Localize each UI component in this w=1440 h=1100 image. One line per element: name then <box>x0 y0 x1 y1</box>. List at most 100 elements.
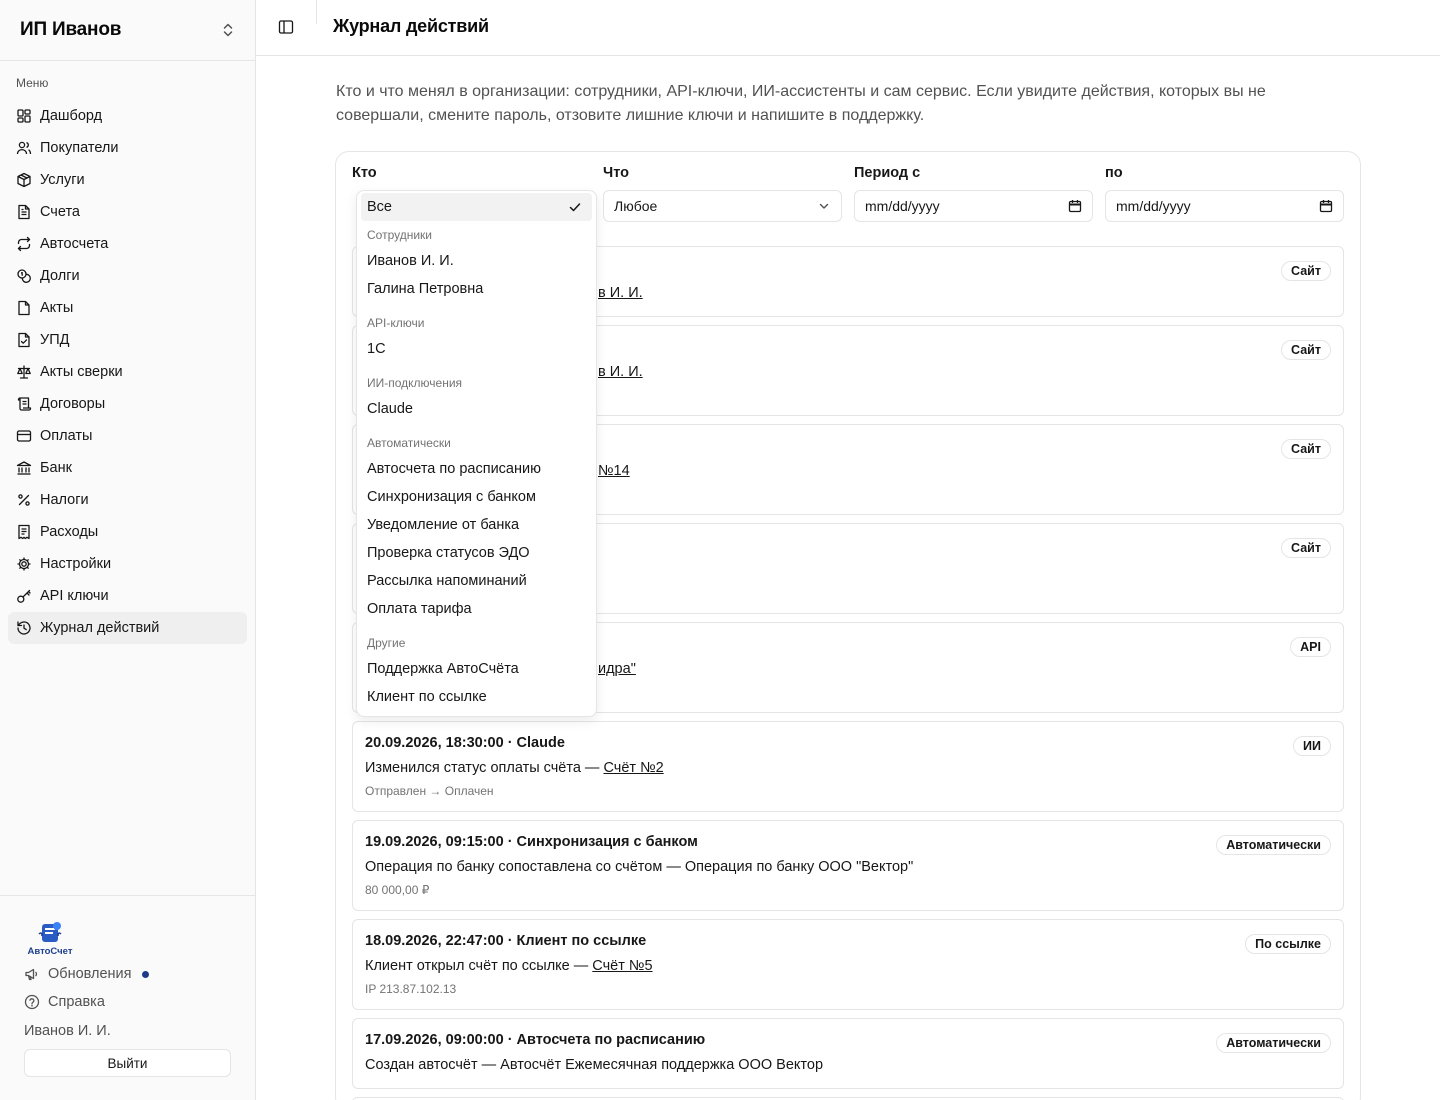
megaphone-icon <box>25 968 38 981</box>
sidebar-item-label: Расходы <box>40 524 99 540</box>
package-icon <box>16 172 32 188</box>
sidebar-item-activity-log[interactable]: Журнал действий <box>8 612 247 644</box>
sidebar-item-bank[interactable]: Банк <box>8 452 247 484</box>
sidebar-item-upd[interactable]: УПД <box>8 324 247 356</box>
dropdown-group-label: Сотрудники <box>367 228 432 242</box>
dropdown-option[interactable]: Синхронизация с банком <box>367 489 536 505</box>
log-entry-link[interactable]: идра" <box>598 661 636 677</box>
what-filter-select[interactable]: Любое <box>603 190 842 222</box>
logout-button[interactable]: Выйти <box>24 1049 231 1077</box>
dropdown-option[interactable]: Уведомление от банка <box>367 517 519 533</box>
log-entry[interactable]: 18.09.2026, 22:47:00 · Клиент по ссылке … <box>352 919 1344 1010</box>
log-entry-text: в И. И. <box>598 285 643 301</box>
sidebar-item-settings[interactable]: Настройки <box>8 548 247 580</box>
file-text-icon <box>16 204 32 220</box>
log-entry-meta: Отправлен → Оплачен <box>365 784 494 798</box>
log-entry-description: Операция по банку сопоставлена со счётом… <box>365 859 914 875</box>
sidebar-item-label: Акты сверки <box>40 364 123 380</box>
coins-icon <box>16 268 32 284</box>
repeat-icon <box>16 236 32 252</box>
sidebar-item-taxes[interactable]: Налоги <box>8 484 247 516</box>
dropdown-option-label: Все <box>367 199 392 215</box>
sidebar-item-label: Акты <box>40 300 74 316</box>
dropdown-option[interactable]: Оплата тарифа <box>367 601 472 617</box>
sidebar-item-auto-invoices[interactable]: Автосчета <box>8 228 247 260</box>
org-switcher[interactable]: ИП Иванов <box>0 0 255 61</box>
dashboard-icon <box>16 108 32 124</box>
period-from-label: Период с <box>854 165 921 181</box>
period-from-placeholder: mm/dd/yyyy <box>865 198 940 214</box>
calendar-icon <box>1068 200 1082 213</box>
log-entry-link[interactable]: Счёт №2 <box>603 760 663 776</box>
log-entry-description: Клиент открыл счёт по ссылке — <box>365 958 593 974</box>
scale-icon <box>16 364 32 380</box>
sidebar-item-debts[interactable]: Долги <box>8 260 247 292</box>
sidebar-item-api-keys[interactable]: API ключи <box>8 580 247 612</box>
dropdown-option[interactable]: Клиент по ссылке <box>367 689 487 705</box>
sidebar-footer: АвтоСчет Обновления Справка Иванов И. И.… <box>0 895 255 1100</box>
key-icon <box>16 588 32 604</box>
check-icon <box>569 203 581 212</box>
dropdown-option[interactable]: 1С <box>367 341 386 357</box>
sidebar-item-label: Оплаты <box>40 428 93 444</box>
help-circle-icon <box>24 994 40 1010</box>
dropdown-option[interactable]: Проверка статусов ЭДО <box>367 545 530 561</box>
source-badge: По ссылке <box>1245 934 1331 954</box>
log-entry[interactable]: 20.09.2026, 18:30:00 · Claude Изменился … <box>352 721 1344 812</box>
log-entry[interactable]: 19.09.2026, 09:15:00 · Синхронизация с б… <box>352 820 1344 911</box>
log-entry-link[interactable]: в И. И. <box>598 364 643 380</box>
gear-icon <box>16 556 32 572</box>
sidebar-item-label: Долги <box>40 268 80 284</box>
sidebar-item-customers[interactable]: Покупатели <box>8 132 247 164</box>
sidebar-item-acts[interactable]: Акты <box>8 292 247 324</box>
updates-link[interactable]: Обновления <box>24 966 149 982</box>
sidebar-item-services[interactable]: Услуги <box>8 164 247 196</box>
sidebar-item-reconciliation[interactable]: Акты сверки <box>8 356 247 388</box>
sidebar-item-dashboard[interactable]: Дашборд <box>8 100 247 132</box>
bank-icon <box>16 460 32 476</box>
receipt-icon <box>16 524 32 540</box>
logo-icon <box>38 922 62 942</box>
dropdown-group-label: API-ключи <box>367 316 425 330</box>
dropdown-option[interactable]: Автосчета по расписанию <box>367 461 541 477</box>
log-entry-text: №14 <box>598 463 630 479</box>
sidebar-item-payments[interactable]: Оплаты <box>8 420 247 452</box>
source-badge: API <box>1290 637 1331 657</box>
log-entry-link[interactable]: Счёт №5 <box>592 958 652 974</box>
dropdown-option[interactable]: Поддержка АвтоСчёта <box>367 661 519 677</box>
period-to-input[interactable]: mm/dd/yyyy <box>1105 190 1344 222</box>
period-from-input[interactable]: mm/dd/yyyy <box>854 190 1093 222</box>
period-to-label: по <box>1105 165 1123 181</box>
dropdown-group-label: Другие <box>367 636 406 650</box>
sidebar-item-label: Журнал действий <box>40 620 160 636</box>
dropdown-option[interactable]: Рассылка напоминаний <box>367 573 527 589</box>
log-entry-link[interactable]: №14 <box>598 463 630 479</box>
sidebar-toggle-icon[interactable] <box>278 19 294 35</box>
dropdown-option[interactable]: Claude <box>367 401 413 417</box>
what-filter-value: Любое <box>614 198 658 214</box>
percent-icon <box>16 492 32 508</box>
chevrons-up-down-icon <box>221 22 235 38</box>
dropdown-option-selected[interactable]: Все <box>361 193 592 221</box>
file-icon <box>16 300 32 316</box>
sidebar-item-label: Настройки <box>40 556 112 572</box>
menu-label: Меню <box>16 76 49 90</box>
sidebar-item-expenses[interactable]: Расходы <box>8 516 247 548</box>
current-user-name: Иванов И. И. <box>24 1023 111 1039</box>
log-entry-meta: 80 000,00 ₽ <box>365 883 430 897</box>
sidebar-item-label: Банк <box>40 460 72 476</box>
file-check-icon <box>16 332 32 348</box>
sidebar-item-contracts[interactable]: Договоры <box>8 388 247 420</box>
log-entry-heading: 19.09.2026, 09:15:00 · Синхронизация с б… <box>365 834 698 850</box>
log-entry-link[interactable]: в И. И. <box>598 285 643 301</box>
dropdown-option[interactable]: Галина Петровна <box>367 281 483 297</box>
log-entry[interactable]: 17.09.2026, 09:00:00 · Автосчета по расп… <box>352 1018 1344 1089</box>
sidebar-item-invoices[interactable]: Счета <box>8 196 247 228</box>
dropdown-option[interactable]: Иванов И. И. <box>367 253 454 269</box>
help-link[interactable]: Справка <box>24 994 105 1010</box>
page-header: Журнал действий <box>256 0 1440 56</box>
period-to-placeholder: mm/dd/yyyy <box>1116 198 1191 214</box>
sidebar-item-label: Счета <box>40 204 80 220</box>
logo-text: АвтоСчет <box>27 946 73 957</box>
updates-label: Обновления <box>48 966 132 982</box>
